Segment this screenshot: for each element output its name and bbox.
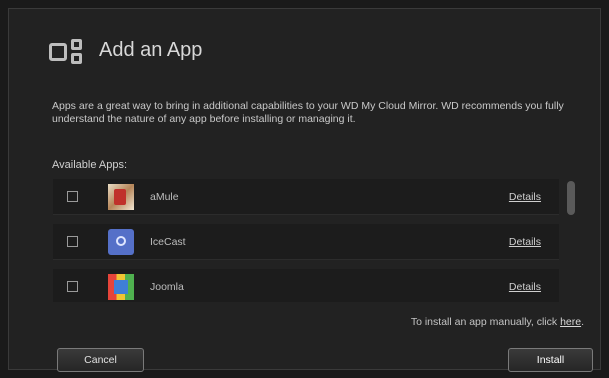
apps-icon — [47, 35, 85, 65]
amule-icon — [108, 183, 134, 210]
add-app-dialog: Add an App Apps are a great way to bring… — [8, 8, 601, 372]
dialog-title: Add an App — [99, 38, 203, 61]
app-row-joomla: Joomla Details — [53, 269, 559, 302]
manual-install-suffix: . — [581, 316, 584, 328]
scrollbar-thumb[interactable] — [567, 181, 575, 215]
manual-install-note: To install an app manually, click here. — [9, 316, 584, 328]
install-button[interactable]: Install — [508, 348, 593, 372]
manual-install-text: To install an app manually, click — [410, 316, 558, 328]
app-name: IceCast — [150, 235, 186, 248]
app-name: aMule — [150, 190, 179, 203]
details-link[interactable]: Details — [509, 236, 541, 248]
available-apps-list: aMule Details IceCast Details Joomla Det… — [53, 179, 577, 302]
app-row-amule: aMule Details — [53, 179, 559, 215]
cancel-button[interactable]: Cancel — [57, 348, 144, 372]
icecast-icon — [108, 228, 134, 255]
app-checkbox[interactable] — [67, 236, 78, 247]
joomla-icon — [108, 273, 134, 300]
available-apps-label: Available Apps: — [52, 159, 128, 171]
details-link[interactable]: Details — [509, 191, 541, 203]
app-checkbox[interactable] — [67, 281, 78, 292]
dialog-header: Add an App — [47, 35, 202, 65]
manual-install-link[interactable]: here — [560, 316, 581, 328]
details-link[interactable]: Details — [509, 281, 541, 293]
dialog-description: Apps are a great way to bring in additio… — [52, 100, 564, 125]
app-name: Joomla — [150, 280, 184, 293]
app-checkbox[interactable] — [67, 191, 78, 202]
list-scrollbar[interactable] — [565, 179, 577, 302]
app-row-icecast: IceCast Details — [53, 224, 559, 260]
